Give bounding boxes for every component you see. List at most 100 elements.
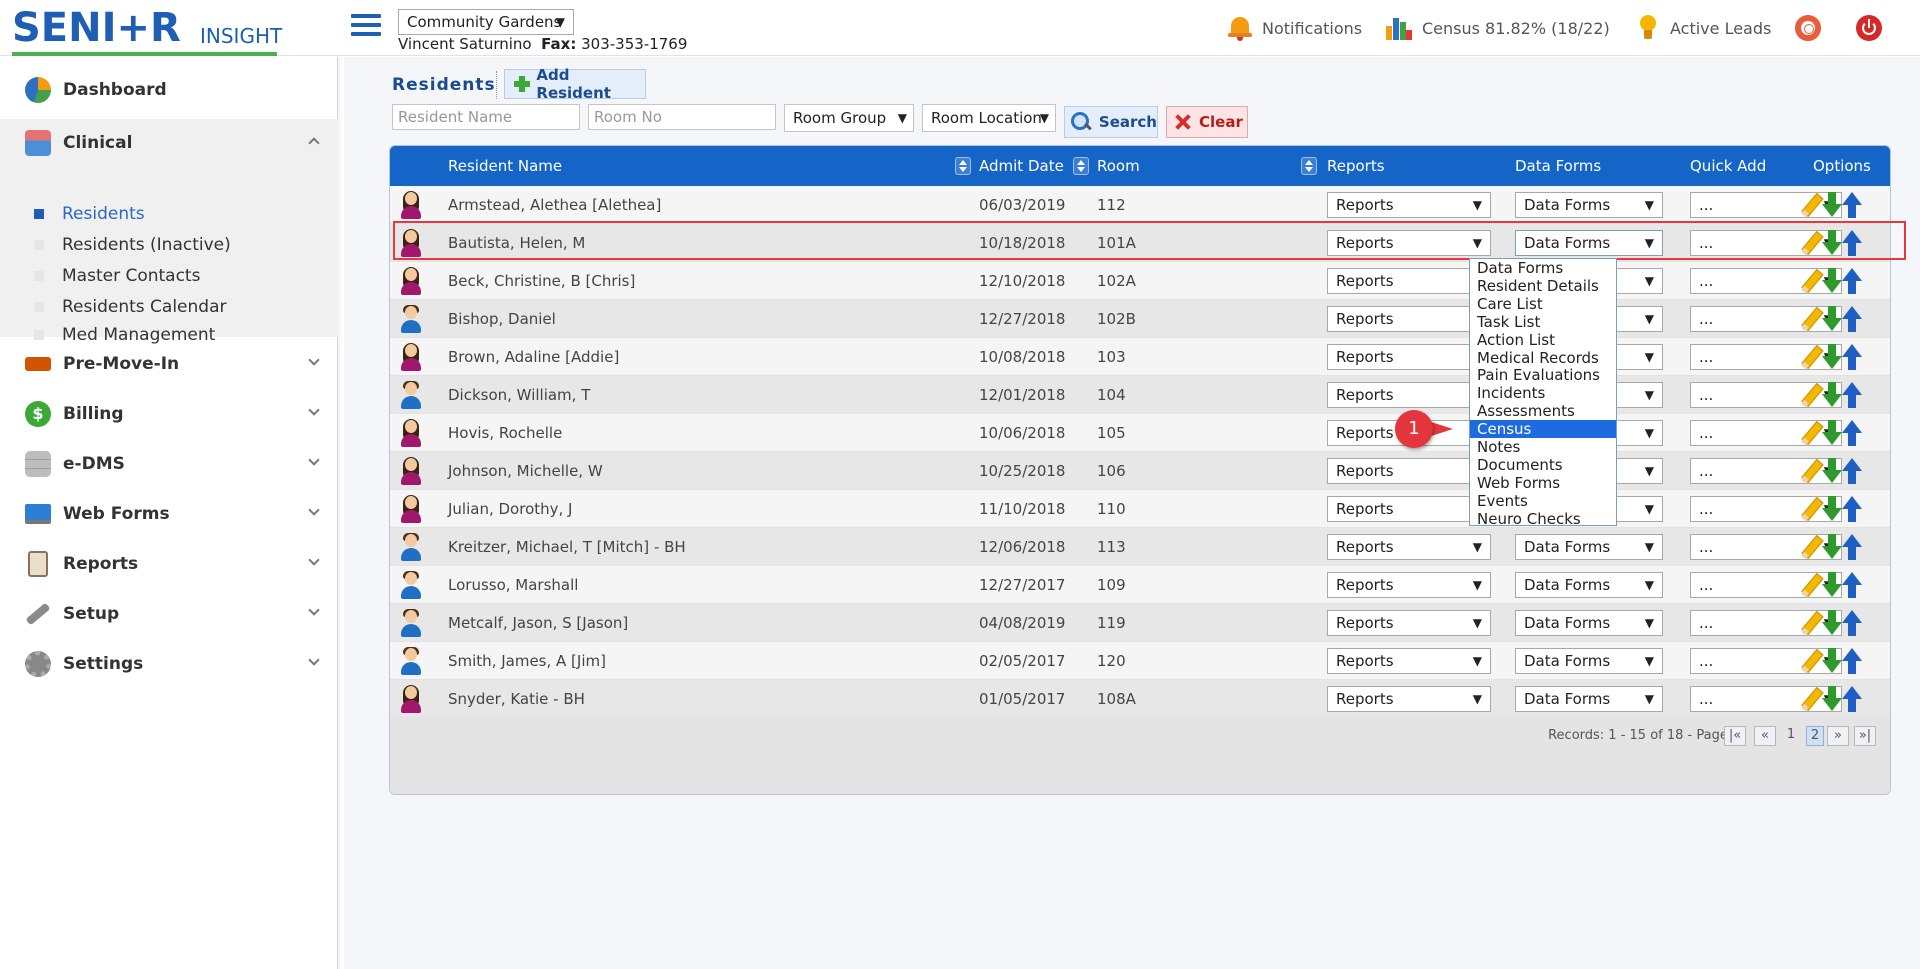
senior-insight-logo[interactable]: SENI+R INSIGHT	[12, 4, 282, 56]
col-header-resident-name[interactable]: Resident Name	[448, 146, 562, 186]
table-row[interactable]: Metcalf, Jason, S [Jason] 04/08/2019 119 Re…	[390, 604, 1890, 642]
download-arrow-icon[interactable]	[1822, 192, 1842, 218]
reports-select[interactable]: Reports▼	[1327, 572, 1491, 598]
pager-prev-button[interactable]: «	[1754, 726, 1776, 746]
edit-pencil-icon[interactable]	[1800, 231, 1822, 255]
upload-arrow-icon[interactable]	[1842, 496, 1862, 522]
room-location-select[interactable]: Room Location ▼	[922, 104, 1056, 132]
resident-name[interactable]: Lorusso, Marshall	[448, 566, 578, 604]
sidebar-item-clinical[interactable]: Clinical	[0, 119, 338, 167]
clear-button[interactable]: Clear	[1166, 106, 1248, 138]
table-row[interactable]: Bishop, Daniel12/27/2018102BReports▼Data…	[390, 300, 1890, 338]
download-arrow-icon[interactable]	[1822, 382, 1842, 408]
table-row[interactable]: Hovis, Rochelle10/06/2018105Reports▼Data…	[390, 414, 1890, 452]
dropdown-option[interactable]: Task List	[1470, 313, 1616, 331]
edit-pencil-icon[interactable]	[1800, 535, 1822, 559]
table-row[interactable]: Kreitzer, Michael, T [Mitch] - BH 12/06/2…	[390, 528, 1890, 566]
table-row[interactable]: Julian, Dorothy, J11/10/2018110Reports▼D…	[390, 490, 1890, 528]
dropdown-option[interactable]: Neuro Checks	[1470, 510, 1616, 528]
edit-pencil-icon[interactable]	[1800, 307, 1822, 331]
dropdown-option[interactable]: Web Forms	[1470, 474, 1616, 492]
download-arrow-icon[interactable]	[1822, 344, 1842, 370]
resident-name[interactable]: Armstead, Alethea [Alethea]	[448, 186, 661, 224]
sidebar-item-e-dms[interactable]: e-DMS	[0, 440, 338, 488]
dropdown-option[interactable]: Medical Records	[1470, 349, 1616, 367]
data-forms-select[interactable]: Data Forms▼	[1515, 610, 1663, 636]
dropdown-option[interactable]: Notes	[1470, 438, 1616, 456]
resident-name[interactable]: Snyder, Katie - BH	[448, 680, 585, 718]
download-arrow-icon[interactable]	[1822, 534, 1842, 560]
reports-select[interactable]: Reports▼	[1327, 534, 1491, 560]
upload-arrow-icon[interactable]	[1842, 572, 1862, 598]
table-row[interactable]: Snyder, Katie - BH 01/05/2017 108A Reports ▼…	[390, 680, 1890, 718]
reports-select[interactable]: Reports▼	[1327, 306, 1491, 332]
resident-name[interactable]: Beck, Christine, B [Chris]	[448, 262, 635, 300]
resident-name[interactable]: Brown, Adaline [Addie]	[448, 338, 619, 376]
reports-select[interactable]: Reports▼	[1327, 610, 1491, 636]
logout-button[interactable]	[1856, 14, 1882, 42]
edit-pencil-icon[interactable]	[1800, 383, 1822, 407]
data-forms-select[interactable]: Data Forms▼	[1515, 230, 1663, 256]
search-button[interactable]: Search	[1064, 106, 1158, 138]
col-header-admit-date[interactable]: Admit Date	[979, 146, 1064, 186]
table-row[interactable]: Johnson, Michelle, W 10/25/2018 106 Reports…	[390, 452, 1890, 490]
edit-pencil-icon[interactable]	[1800, 269, 1822, 293]
census-link[interactable]: Census 81.82% (18/22)	[1386, 14, 1610, 42]
reports-select[interactable]: Reports▼	[1327, 382, 1491, 408]
dropdown-option[interactable]: Assessments	[1470, 402, 1616, 420]
sidebar-item-dashboard[interactable]: Dashboard	[0, 66, 338, 114]
hamburger-menu-icon[interactable]	[351, 14, 381, 38]
dropdown-option[interactable]: Documents	[1470, 456, 1616, 474]
col-header-room[interactable]: Room	[1097, 146, 1140, 186]
edit-pencil-icon[interactable]	[1800, 573, 1822, 597]
sort-icon[interactable]	[1073, 157, 1089, 175]
pager-last-button[interactable]: »|	[1854, 726, 1876, 746]
download-arrow-icon[interactable]	[1822, 686, 1842, 712]
edit-pencil-icon[interactable]	[1800, 193, 1822, 217]
data-forms-select[interactable]: Data Forms▼	[1515, 192, 1663, 218]
reports-select[interactable]: Reports▼	[1327, 344, 1491, 370]
table-row[interactable]: Brown, Adaline [Addie] 10/08/2018 103 Repor…	[390, 338, 1890, 376]
edit-pencil-icon[interactable]	[1800, 649, 1822, 673]
resident-name[interactable]: Johnson, Michelle, W	[448, 452, 603, 490]
download-arrow-icon[interactable]	[1822, 230, 1842, 256]
dropdown-option[interactable]: Census	[1470, 420, 1616, 439]
table-row[interactable]: Beck, Christine, B [Chris] 12/10/2018 102A…	[390, 262, 1890, 300]
sidebar-subitem-residents[interactable]: Residents	[0, 199, 338, 229]
upload-arrow-icon[interactable]	[1842, 610, 1862, 636]
dropdown-option[interactable]: Data Forms	[1470, 259, 1616, 277]
table-row[interactable]: Bautista, Helen, M 10/18/2018 101A Reports ▼…	[390, 224, 1890, 262]
edit-pencil-icon[interactable]	[1800, 687, 1822, 711]
download-arrow-icon[interactable]	[1822, 458, 1842, 484]
reports-select[interactable]: Reports▼	[1327, 230, 1491, 256]
reports-select[interactable]: Reports▼	[1327, 192, 1491, 218]
active-leads-link[interactable]: Active Leads	[1638, 14, 1771, 42]
resident-name-input[interactable]	[392, 104, 580, 130]
resident-name[interactable]: Smith, James, A [Jim]	[448, 642, 606, 680]
sort-icon[interactable]	[955, 157, 971, 175]
add-resident-button[interactable]: Add Resident	[504, 66, 646, 102]
room-group-select[interactable]: Room Group ▼	[784, 104, 914, 132]
data-forms-select[interactable]: Data Forms▼	[1515, 572, 1663, 598]
resident-name[interactable]: Kreitzer, Michael, T [Mitch] - BH	[448, 528, 686, 566]
notifications-link[interactable]: Notifications	[1228, 14, 1362, 42]
sidebar-subitem-master-contacts[interactable]: Master Contacts	[0, 261, 338, 291]
pager-first-button[interactable]: |«	[1724, 726, 1746, 746]
dropdown-option[interactable]: Events	[1470, 492, 1616, 510]
resident-name[interactable]: Bishop, Daniel	[448, 300, 556, 338]
download-arrow-icon[interactable]	[1822, 572, 1842, 598]
sidebar-item-settings[interactable]: Settings	[0, 640, 338, 688]
sidebar-item-setup[interactable]: Setup	[0, 590, 338, 638]
edit-pencil-icon[interactable]	[1800, 497, 1822, 521]
edit-pencil-icon[interactable]	[1800, 345, 1822, 369]
dropdown-option[interactable]: Pain Evaluations	[1470, 366, 1616, 384]
edit-pencil-icon[interactable]	[1800, 611, 1822, 635]
resident-name[interactable]: Dickson, William, T	[448, 376, 590, 414]
dropdown-option[interactable]: Action List	[1470, 331, 1616, 349]
download-arrow-icon[interactable]	[1822, 420, 1842, 446]
table-row[interactable]: Armstead, Alethea [Alethea] 06/03/2019 112…	[390, 186, 1890, 224]
upload-arrow-icon[interactable]	[1842, 686, 1862, 712]
resident-name[interactable]: Hovis, Rochelle	[448, 414, 562, 452]
upload-arrow-icon[interactable]	[1842, 534, 1862, 560]
upload-arrow-icon[interactable]	[1842, 382, 1862, 408]
